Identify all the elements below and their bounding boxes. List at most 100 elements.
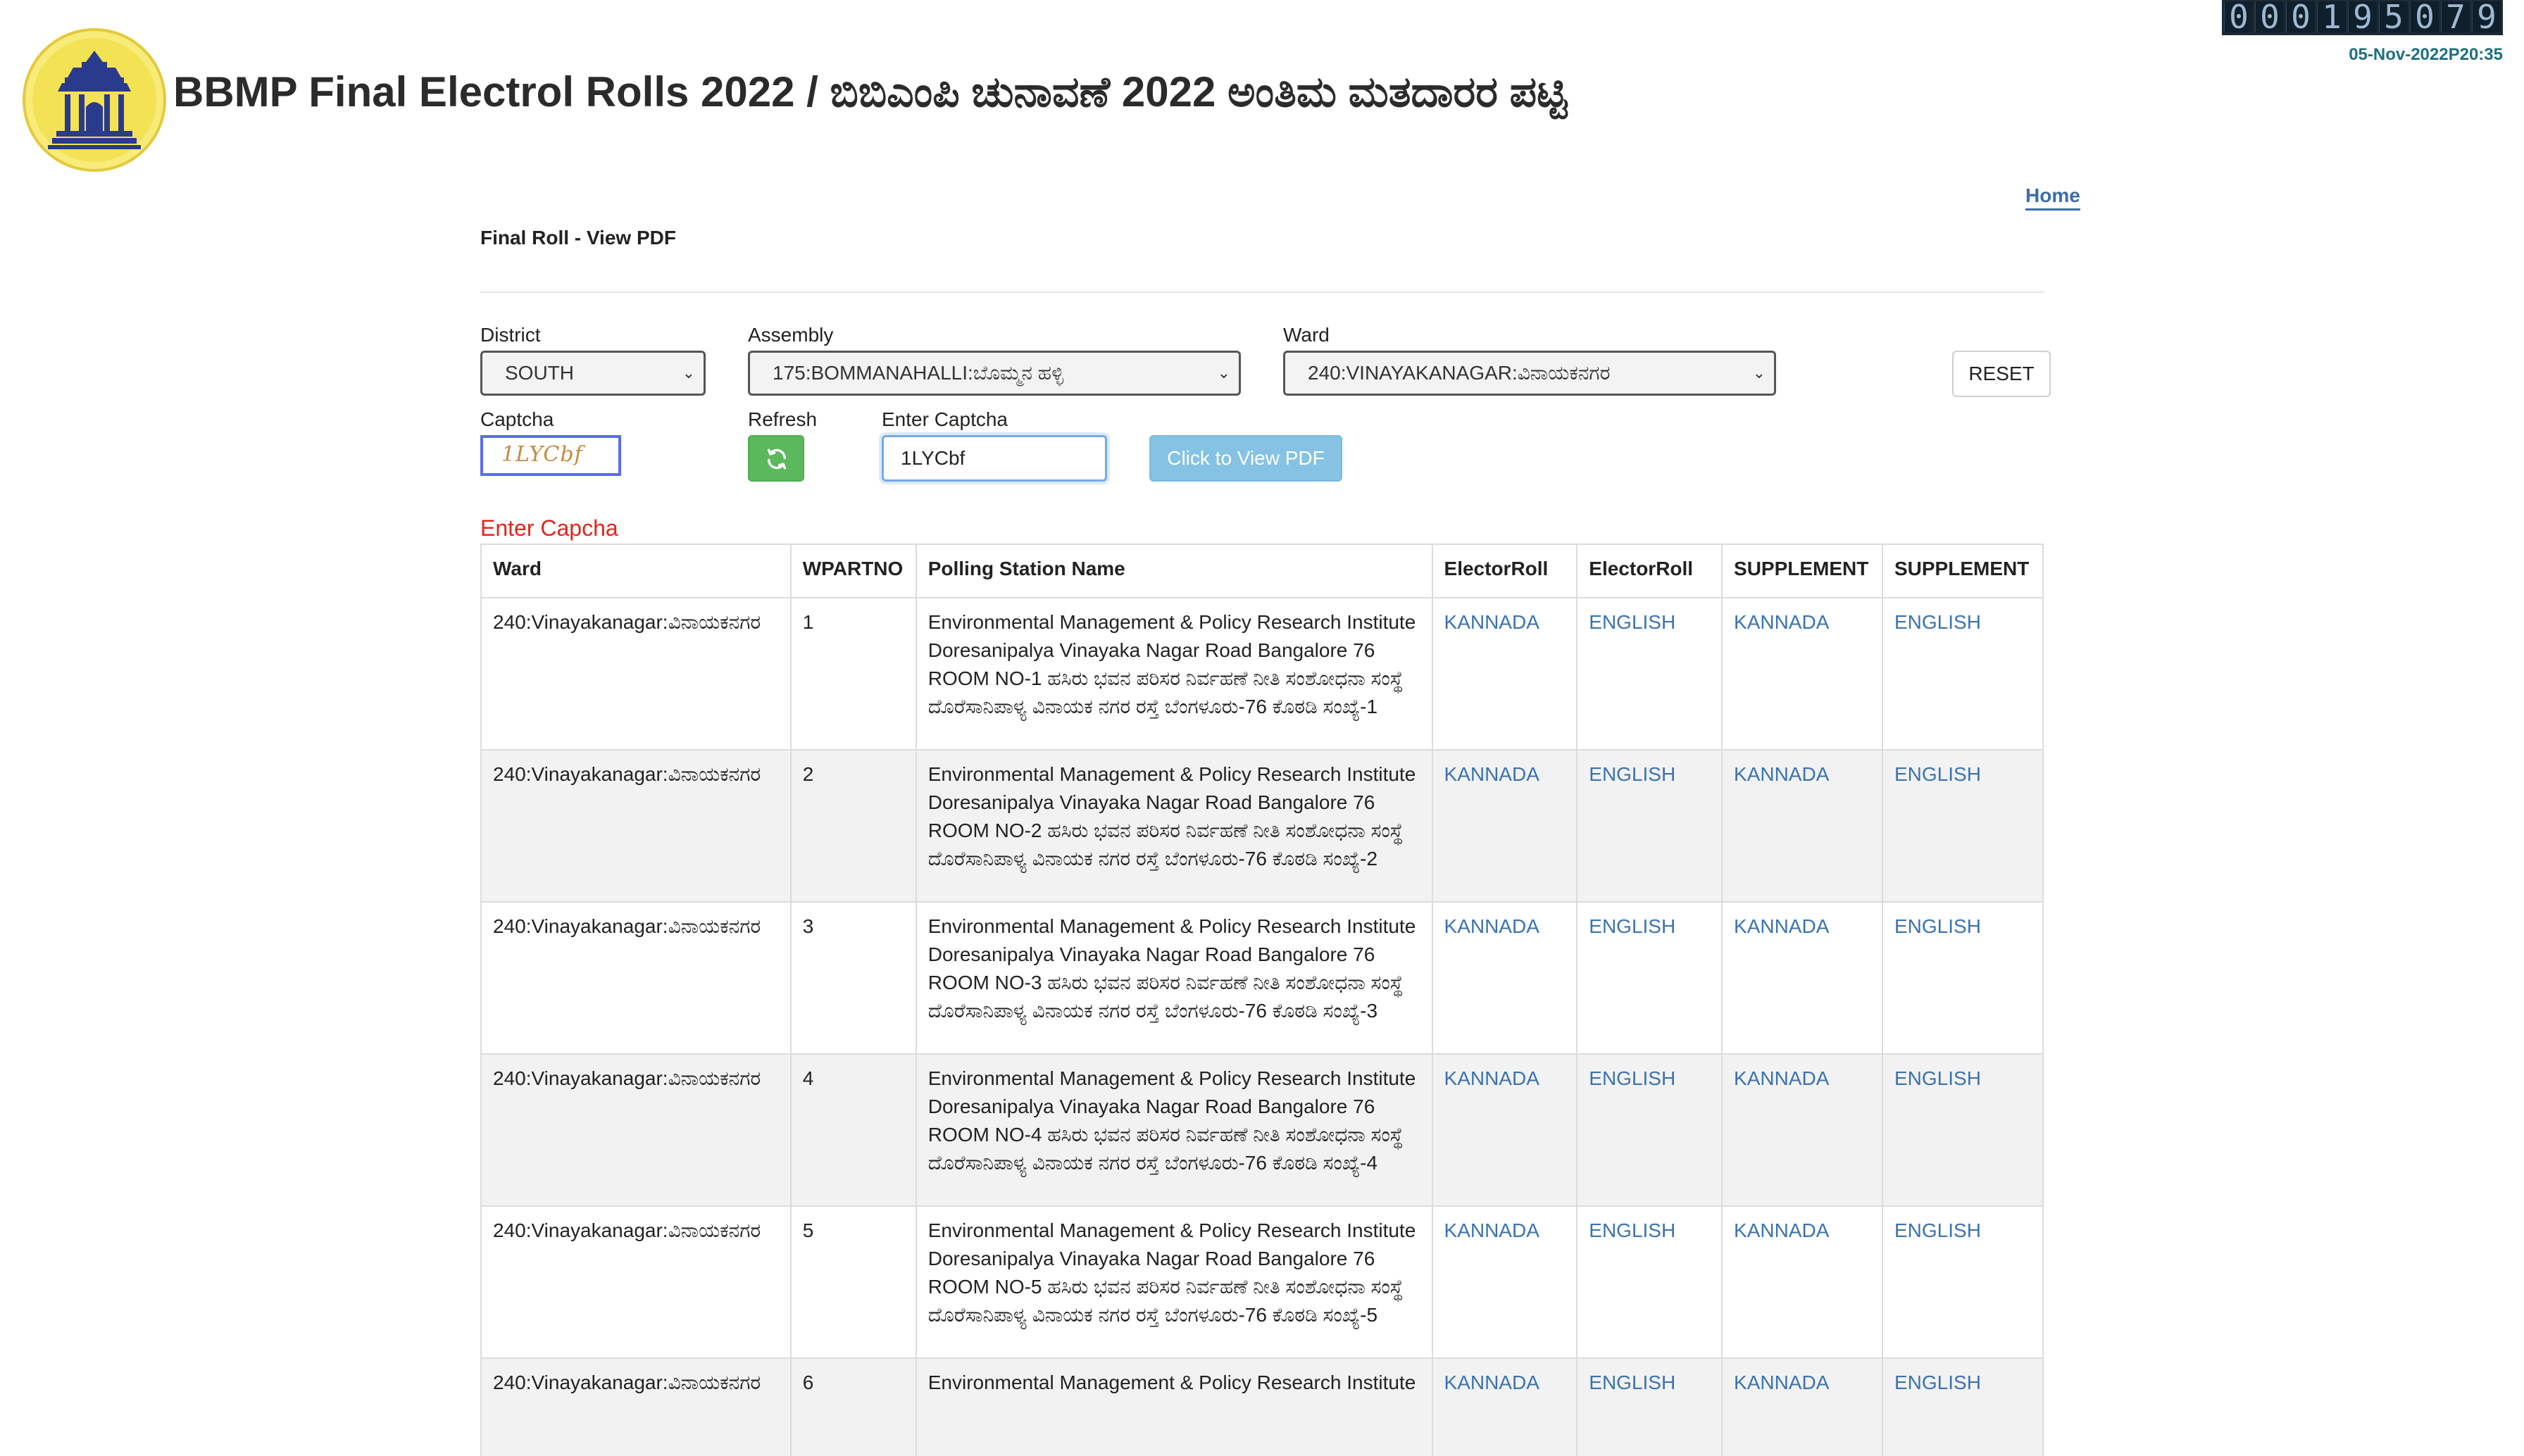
- supplement-english-cell: ENGLISH: [1881, 1205, 2044, 1359]
- error-message: Enter Capcha: [480, 515, 618, 541]
- ward-select[interactable]: 240:VINAYAKANAGAR:ವಿನಾಯಕನಗರ ⌄: [1283, 351, 1776, 396]
- electorroll-english-link[interactable]: ENGLISH: [1589, 1219, 1675, 1241]
- chevron-down-icon: ⌄: [682, 364, 695, 382]
- bbmp-emblem-icon[interactable]: [23, 28, 166, 172]
- column-header-supplement: SUPPLEMENT: [1721, 544, 1883, 598]
- column-header-supplement: SUPPLEMENT: [1881, 544, 2044, 598]
- supplement-kannada-cell: KANNADA: [1721, 1357, 1883, 1456]
- supplement-kannada-link[interactable]: KANNADA: [1734, 1219, 1829, 1241]
- supplement-english-link[interactable]: ENGLISH: [1894, 1372, 1981, 1393]
- electorroll-english-cell: ENGLISH: [1576, 1053, 1723, 1207]
- electorroll-english-cell: ENGLISH: [1576, 1357, 1723, 1456]
- station-cell: Environmental Management & Policy Resear…: [915, 1205, 1433, 1359]
- ward-cell: 240:Vinayakanagar:ವಿನಾಯಕನಗರ: [480, 1205, 792, 1359]
- supplement-english-link[interactable]: ENGLISH: [1894, 915, 1981, 937]
- supplement-english-link[interactable]: ENGLISH: [1894, 1219, 1981, 1241]
- supplement-kannada-cell: KANNADA: [1721, 1053, 1883, 1207]
- refresh-icon: [767, 448, 787, 470]
- column-header-wpartno: WPARTNO: [789, 544, 917, 598]
- datetime-stamp: 05-Nov-2022P20:35: [2349, 45, 2503, 64]
- district-select[interactable]: SOUTH ⌄: [480, 351, 706, 396]
- electorroll-english-link[interactable]: ENGLISH: [1589, 1372, 1675, 1393]
- supplement-english-link[interactable]: ENGLISH: [1894, 1067, 1981, 1089]
- enter-captcha-label: Enter Captcha: [882, 408, 1008, 430]
- partno-cell: 4: [789, 1053, 917, 1207]
- electorroll-kannada-cell: KANNADA: [1431, 1053, 1578, 1207]
- station-cell: Environmental Management & Policy Resear…: [915, 1357, 1433, 1456]
- page-frame: BBMP Final Electrol Rolls 2022 / ಬಿಬಿಎಂಪ…: [0, 0, 2524, 1456]
- electorroll-kannada-link[interactable]: KANNADA: [1444, 611, 1539, 633]
- electorroll-english-link[interactable]: ENGLISH: [1589, 1067, 1675, 1089]
- partno-cell: 3: [789, 901, 917, 1055]
- counter-digit: 0: [2286, 1, 2315, 33]
- supplement-english-cell: ENGLISH: [1881, 1053, 2044, 1207]
- supplement-kannada-cell: KANNADA: [1721, 1205, 1883, 1359]
- supplement-english-cell: ENGLISH: [1881, 901, 2044, 1055]
- assembly-label: Assembly: [748, 324, 834, 346]
- counter-digit: 0: [2255, 1, 2284, 33]
- counter-digit: 9: [2348, 1, 2377, 33]
- electorroll-kannada-cell: KANNADA: [1431, 1357, 1578, 1456]
- column-header-polling-station: Polling Station Name: [915, 544, 1433, 598]
- counter-digit: 5: [2379, 1, 2408, 33]
- supplement-kannada-link[interactable]: KANNADA: [1734, 763, 1829, 785]
- table-header-row: Ward WPARTNO Polling Station Name Electo…: [480, 544, 2044, 598]
- reset-button[interactable]: RESET: [1952, 351, 2051, 397]
- ward-label: Ward: [1283, 324, 1330, 346]
- site-title: BBMP Final Electrol Rolls 2022 / ಬಿಬಿಎಂಪ…: [173, 68, 1568, 115]
- supplement-english-cell: ENGLISH: [1881, 597, 2044, 751]
- counter-digit: 1: [2317, 1, 2346, 33]
- station-cell: Environmental Management & Policy Resear…: [915, 901, 1433, 1055]
- electorroll-kannada-cell: KANNADA: [1431, 749, 1578, 903]
- electorroll-kannada-cell: KANNADA: [1431, 597, 1578, 751]
- electorroll-kannada-link[interactable]: KANNADA: [1444, 1067, 1539, 1089]
- chevron-down-icon: ⌄: [1217, 364, 1230, 382]
- home-link[interactable]: Home: [2025, 184, 2080, 211]
- assembly-select-value: 175:BOMMANAHALLI:ಬೊಮ್ಮನ ಹಳ್ಳಿ: [773, 362, 1064, 384]
- station-cell: Environmental Management & Policy Resear…: [915, 1053, 1433, 1207]
- supplement-english-link[interactable]: ENGLISH: [1894, 763, 1981, 785]
- supplement-english-cell: ENGLISH: [1881, 749, 2044, 903]
- station-cell: Environmental Management & Policy Resear…: [915, 597, 1433, 751]
- district-label: District: [480, 324, 541, 346]
- electorroll-english-link[interactable]: ENGLISH: [1589, 915, 1675, 937]
- station-cell: Environmental Management & Policy Resear…: [915, 749, 1433, 903]
- supplement-kannada-cell: KANNADA: [1721, 901, 1883, 1055]
- supplement-kannada-link[interactable]: KANNADA: [1734, 915, 1829, 937]
- electorroll-kannada-link[interactable]: KANNADA: [1444, 1219, 1539, 1241]
- electorroll-english-cell: ENGLISH: [1576, 1205, 1723, 1359]
- column-header-ward: Ward: [480, 544, 792, 598]
- table-row: 240:Vinayakanagar:ವಿನಾಯಕನಗರ 2 Environmen…: [480, 749, 2044, 903]
- partno-cell: 1: [789, 597, 917, 751]
- supplement-kannada-link[interactable]: KANNADA: [1734, 611, 1829, 633]
- electorroll-english-link[interactable]: ENGLISH: [1589, 611, 1675, 633]
- supplement-kannada-link[interactable]: KANNADA: [1734, 1372, 1829, 1393]
- partno-cell: 5: [789, 1205, 917, 1359]
- partno-cell: 6: [789, 1357, 917, 1456]
- electorroll-kannada-cell: KANNADA: [1431, 1205, 1578, 1359]
- refresh-captcha-button[interactable]: [748, 435, 804, 482]
- captcha-image: 1LYCbf: [480, 435, 621, 476]
- supplement-kannada-cell: KANNADA: [1721, 749, 1883, 903]
- assembly-select[interactable]: 175:BOMMANAHALLI:ಬೊಮ್ಮನ ಹಳ್ಳಿ ⌄: [748, 351, 1241, 396]
- table-row: 240:Vinayakanagar:ವಿನಾಯಕನಗರ 3 Environmen…: [480, 901, 2044, 1055]
- electorroll-english-cell: ENGLISH: [1576, 597, 1723, 751]
- captcha-input[interactable]: 1LYCbf: [882, 435, 1107, 482]
- supplement-english-link[interactable]: ENGLISH: [1894, 611, 1981, 633]
- partno-cell: 2: [789, 749, 917, 903]
- electorroll-kannada-link[interactable]: KANNADA: [1444, 1372, 1539, 1393]
- column-header-electorroll: ElectorRoll: [1576, 544, 1723, 598]
- electorroll-english-link[interactable]: ENGLISH: [1589, 763, 1675, 785]
- captcha-label: Captcha: [480, 408, 554, 430]
- supplement-kannada-cell: KANNADA: [1721, 597, 1883, 751]
- electorroll-kannada-link[interactable]: KANNADA: [1444, 915, 1539, 937]
- ward-cell: 240:Vinayakanagar:ವಿನಾಯಕನಗರ: [480, 1357, 792, 1456]
- electorroll-kannada-cell: KANNADA: [1431, 901, 1578, 1055]
- electorroll-kannada-link[interactable]: KANNADA: [1444, 763, 1539, 785]
- supplement-english-cell: ENGLISH: [1881, 1357, 2044, 1456]
- electorroll-english-cell: ENGLISH: [1576, 901, 1723, 1055]
- supplement-kannada-link[interactable]: KANNADA: [1734, 1067, 1829, 1089]
- column-header-electorroll: ElectorRoll: [1431, 544, 1578, 598]
- ward-cell: 240:Vinayakanagar:ವಿನಾಯಕನಗರ: [480, 597, 792, 751]
- view-pdf-button[interactable]: Click to View PDF: [1149, 435, 1342, 482]
